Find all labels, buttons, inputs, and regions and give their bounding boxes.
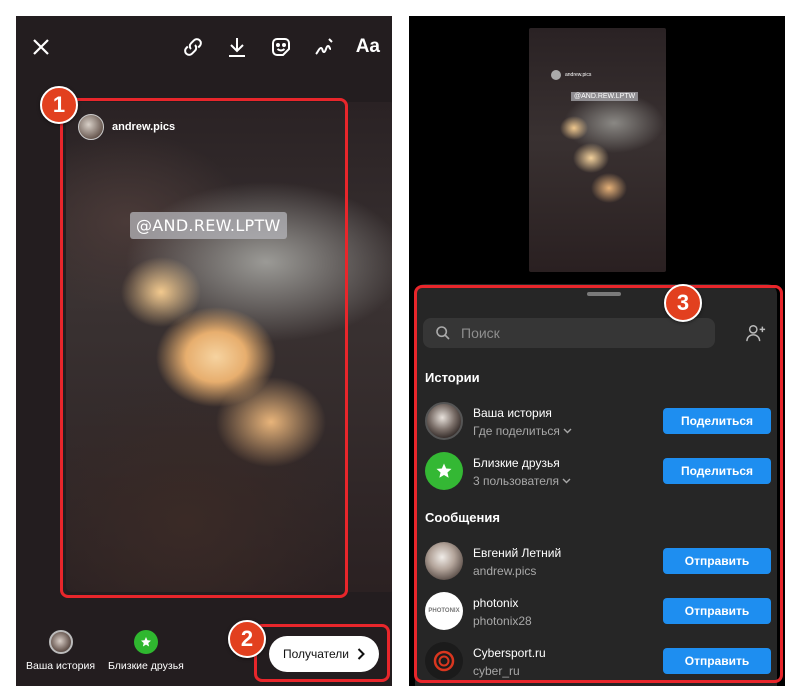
link-icon[interactable] xyxy=(180,34,206,60)
highlight-box-story xyxy=(60,98,348,598)
thumbnail-mention: @AND.REW.LPTW xyxy=(571,92,639,101)
star-icon xyxy=(133,630,158,654)
close-icon[interactable] xyxy=(28,34,54,60)
text-tool-button[interactable]: Aa xyxy=(356,36,380,58)
avatar xyxy=(551,70,561,80)
step-badge-1: 1 xyxy=(40,86,78,124)
share-option-label: Близкие друзья xyxy=(108,660,184,672)
highlight-box-share-sheet xyxy=(414,285,783,683)
thumbnail-username: andrew.pics xyxy=(565,72,592,78)
share-close-friends-option[interactable]: Близкие друзья xyxy=(108,630,184,672)
avatar xyxy=(48,630,73,654)
story-thumbnail: andrew.pics @AND.REW.LPTW xyxy=(529,28,666,272)
download-icon[interactable] xyxy=(224,34,250,60)
share-option-label: Ваша история xyxy=(26,660,96,672)
sticker-icon[interactable] xyxy=(268,34,294,60)
thumbnail-author: andrew.pics xyxy=(551,70,591,80)
editor-toolbar: Aa xyxy=(16,16,392,78)
draw-icon[interactable] xyxy=(311,34,337,60)
step-badge-3: 3 xyxy=(664,284,702,322)
step-badge-2: 2 xyxy=(228,620,266,658)
share-your-story-option[interactable]: Ваша история xyxy=(26,630,95,672)
highlight-box-recipients xyxy=(254,624,390,682)
